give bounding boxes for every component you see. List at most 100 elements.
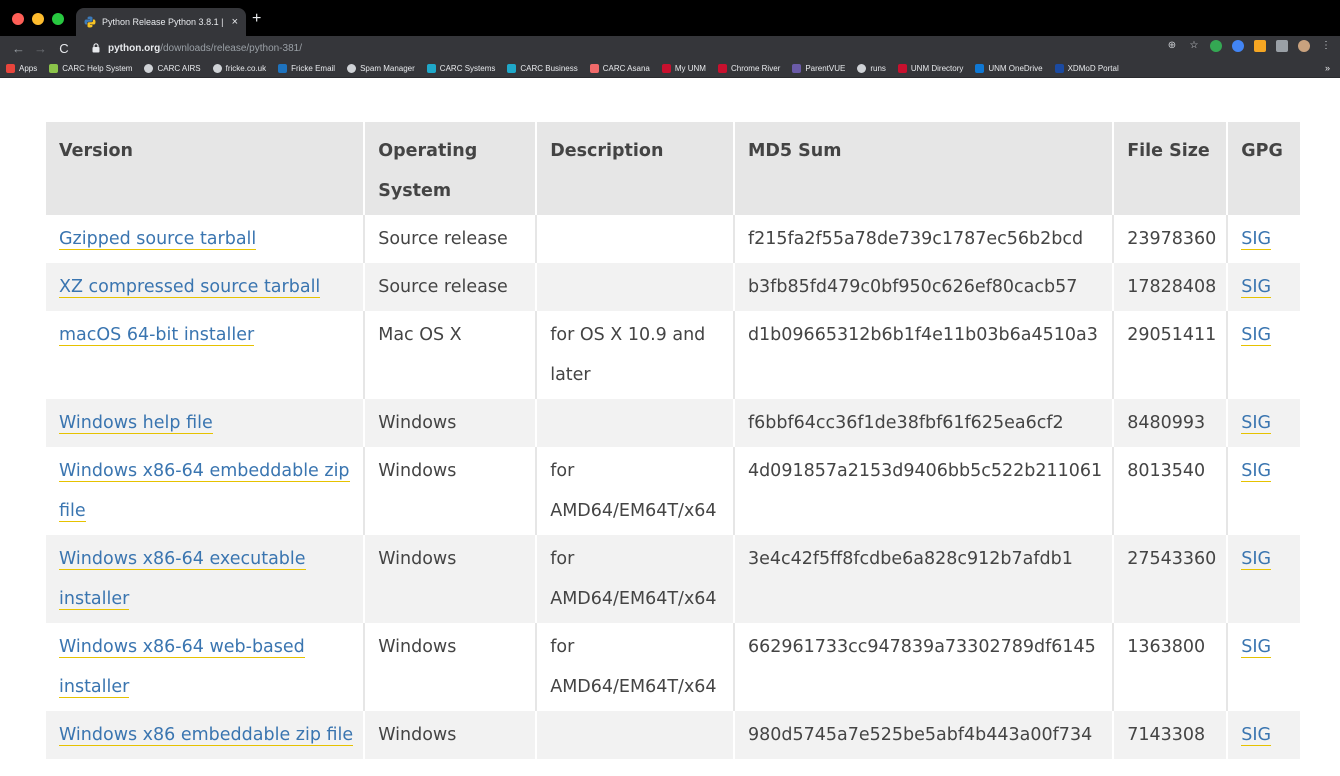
os-cell: Windows [364, 447, 538, 535]
size-cell: 23978360 [1113, 215, 1229, 263]
size-cell: 7143308 [1113, 711, 1229, 759]
gpg-cell: SIG [1227, 399, 1300, 447]
reload-icon[interactable]: C [58, 41, 70, 56]
bookmark-label: CARC Asana [602, 64, 650, 73]
bookmark-label: XDMoD Portal [1067, 64, 1119, 73]
description-cell: for OS X 10.9 and later [536, 311, 735, 399]
md5-cell: f6bbf64cc36f1de38fbf61f625ea6cf2 [733, 399, 1115, 447]
close-tab-icon[interactable]: × [232, 16, 238, 28]
files-table: Version Operating System Description MD5… [46, 122, 1300, 759]
bookmark-item[interactable]: CARC AIRS [144, 64, 201, 73]
version-cell: macOS 64-bit installer [46, 311, 366, 399]
bookmark-item[interactable]: CARC Business [507, 64, 578, 73]
extension-grey-icon[interactable] [1276, 40, 1288, 52]
new-tab-button[interactable]: + [252, 11, 261, 27]
os-cell: Windows [378, 413, 457, 433]
size-cell: 17828408 [1113, 263, 1229, 311]
bookmark-item[interactable]: CARC Systems [426, 64, 495, 73]
bookmark-item[interactable]: CARC Help System [49, 64, 132, 73]
sig-link[interactable]: SIG [1241, 637, 1272, 658]
bookmark-item[interactable]: Apps [6, 64, 37, 73]
os-cell: Windows [364, 711, 538, 759]
minimize-window-button[interactable] [32, 13, 44, 25]
download-link[interactable]: XZ compressed source tarball [59, 277, 321, 298]
download-link[interactable]: Windows x86 embeddable zip file [59, 725, 354, 746]
sig-link[interactable]: SIG [1241, 277, 1272, 298]
os-cell: Windows [364, 535, 538, 623]
md5-cell: 4d091857a2153d9406bb5c522b211061 [733, 447, 1115, 535]
sig-link[interactable]: SIG [1241, 229, 1272, 250]
bookmark-item[interactable]: XDMoD Portal [1054, 64, 1119, 73]
md5-cell: f215fa2f55a78de739c1787ec56b2bcd [747, 229, 1084, 249]
description-cell: for AMD64/EM64T/x64 [536, 535, 735, 623]
bookmark-star-icon[interactable]: ☆ [1188, 40, 1200, 52]
md5-cell: 4d091857a2153d9406bb5c522b211061 [747, 461, 1103, 481]
bookmark-item[interactable]: My UNM [661, 64, 706, 73]
bookmark-label: Spam Manager [360, 64, 415, 73]
os-cell: Mac OS X [364, 311, 538, 399]
bookmark-label: runs [870, 64, 886, 73]
version-cell: Windows x86-64 web-based installer [46, 623, 366, 711]
bookmark-item[interactable]: Spam Manager [347, 64, 415, 73]
version-cell: Windows x86-64 embeddable zip file [46, 447, 366, 535]
xdmod-icon [1054, 64, 1064, 73]
size-cell: 8480993 [1113, 399, 1229, 447]
size-cell: 8013540 [1113, 447, 1229, 535]
bookmark-item[interactable]: fricke.co.uk [212, 64, 267, 73]
python-favicon-icon [84, 16, 96, 28]
extension-green-icon[interactable] [1210, 40, 1222, 52]
bookmarks-bar: Apps CARC Help System CARC AIRS fricke.co.u… [0, 60, 1340, 78]
description-cell [536, 263, 735, 311]
back-arrow-icon[interactable]: ← [12, 41, 25, 56]
description-cell: for AMD64/EM64T/x64 [550, 637, 717, 697]
bookmark-item[interactable]: ParentVUE [792, 64, 845, 73]
sig-link[interactable]: SIG [1241, 461, 1272, 482]
gpg-cell: SIG [1227, 623, 1300, 711]
checkmark-shield-icon [49, 64, 59, 73]
sig-link[interactable]: SIG [1241, 549, 1272, 570]
menu-kebab-icon[interactable]: ⋮ [1320, 40, 1332, 52]
bookmark-item[interactable]: Fricke Email [278, 64, 335, 73]
sig-link[interactable]: SIG [1241, 325, 1272, 346]
address-bar[interactable]: python.org /downloads/release/python-381… [88, 39, 1333, 57]
unm-icon [661, 64, 671, 73]
sig-link[interactable]: SIG [1241, 413, 1272, 434]
bookmark-label: fricke.co.uk [225, 64, 267, 73]
maximize-window-button[interactable] [52, 13, 64, 25]
os-cell: Windows [378, 725, 457, 745]
os-cell: Windows [364, 399, 538, 447]
profile-avatar[interactable] [1298, 40, 1310, 52]
zoom-icon[interactable]: ⊕ [1166, 40, 1178, 52]
size-cell: 29051411 [1113, 311, 1229, 399]
bookmark-item[interactable]: UNM OneDrive [975, 64, 1043, 73]
extension-orange-icon[interactable] [1254, 40, 1266, 52]
globe-icon [347, 64, 357, 73]
file-size-cell: 8013540 [1127, 461, 1206, 481]
bookmark-item[interactable]: runs [857, 64, 886, 73]
table-row: XZ compressed source tarball Source relea… [46, 263, 1300, 311]
download-link[interactable]: macOS 64-bit installer [59, 325, 255, 346]
bookmark-item[interactable]: UNM Directory [897, 64, 963, 73]
bookmark-item[interactable]: CARC Asana [589, 64, 650, 73]
bookmark-item[interactable]: Chrome River [717, 64, 780, 73]
download-link[interactable]: Windows x86-64 executable installer [59, 549, 306, 610]
bookmarks-overflow-button[interactable]: » [1325, 63, 1330, 73]
close-window-button[interactable] [12, 13, 24, 25]
asana-icon [589, 64, 599, 73]
os-cell: Windows [378, 549, 457, 569]
download-link[interactable]: Gzipped source tarball [59, 229, 257, 250]
forward-arrow-icon[interactable]: → [34, 41, 47, 56]
extension-blue-icon[interactable] [1232, 40, 1244, 52]
gpg-cell: SIG [1227, 535, 1300, 623]
url-path: /downloads/release/python-381/ [160, 42, 302, 54]
header-version: Version [46, 122, 366, 215]
sig-link[interactable]: SIG [1241, 725, 1272, 746]
file-size-cell: 29051411 [1127, 325, 1217, 345]
bookmark-label: Apps [19, 64, 38, 73]
description-cell: for AMD64/EM64T/x64 [536, 447, 735, 535]
header-file-size: File Size [1113, 122, 1229, 215]
download-link[interactable]: Windows help file [59, 413, 213, 434]
browser-tab-active[interactable]: Python Release Python 3.8.1 | P × [76, 8, 246, 36]
download-link[interactable]: Windows x86-64 web-based installer [59, 637, 305, 698]
download-link[interactable]: Windows x86-64 embeddable zip file [59, 461, 350, 522]
